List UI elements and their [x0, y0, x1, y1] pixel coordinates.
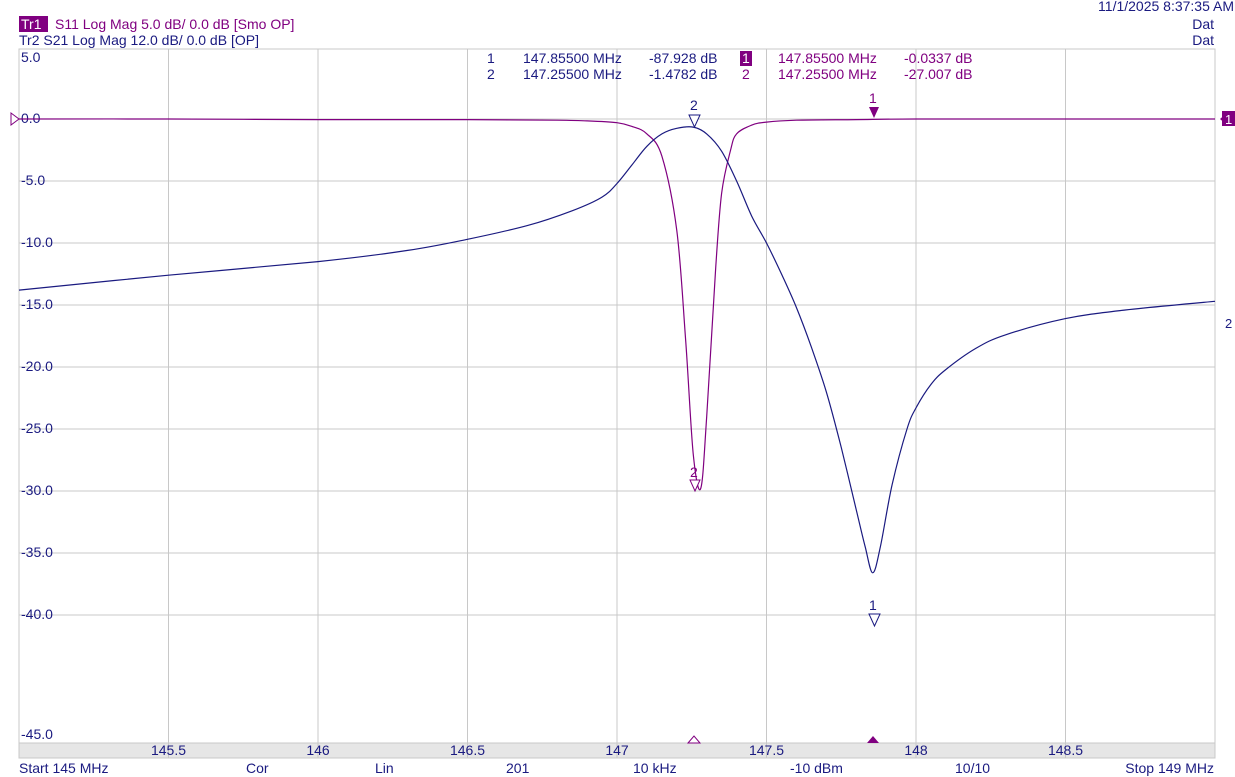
averaging-count[interactable]: 10/10 [955, 760, 990, 776]
start-frequency[interactable]: Start 145 MHz [19, 760, 108, 776]
if-bandwidth[interactable]: 10 kHz [633, 760, 677, 776]
correction-status[interactable]: Cor [246, 760, 269, 776]
tr2-marker-1-triangle[interactable] [868, 613, 881, 628]
tr1-header[interactable]: S11 Log Mag 5.0 dB/ 0.0 dB [Smo OP] [55, 16, 294, 32]
reference-arrow-left[interactable] [10, 112, 20, 126]
tr1-marker-2-label: 2 [690, 464, 698, 480]
sweep-type[interactable]: Lin [375, 760, 394, 776]
sweep-points[interactable]: 201 [506, 760, 530, 776]
tr1-marker-1-label: 1 [869, 90, 877, 106]
tr2-ref-label: 2 [1225, 316, 1232, 331]
vna-plot: Tr1 S11 Log Mag 5.0 dB/ 0.0 dB [Smo OP] … [10, 0, 1235, 776]
x-tick-label: 147.5 [749, 742, 784, 758]
marker-row-1-id: 1 [487, 50, 495, 66]
tr1-marker-1-triangle[interactable] [869, 107, 879, 118]
timestamp: 11/1/2025 8:37:35 AM [1098, 0, 1234, 14]
tr1-ref-label: 1 [1225, 112, 1232, 127]
y-tick-label: 0.0 [21, 110, 41, 126]
tr1-marker-row-2-freq: 147.25500 MHz [778, 66, 877, 82]
trace-markers: 1 2 2 1 [686, 90, 881, 744]
tr2-header[interactable]: Tr2 S21 Log Mag 12.0 dB/ 0.0 dB [OP] [19, 32, 259, 48]
marker-1-stimulus-indicator [867, 736, 879, 743]
y-tick-label: -15.0 [21, 296, 53, 312]
tr2-status: Dat [1192, 32, 1214, 48]
marker-row-1-value: -87.928 dB [649, 50, 718, 66]
marker-row-2-freq: 147.25500 MHz [523, 66, 622, 82]
stop-frequency[interactable]: Stop 149 MHz [1125, 760, 1214, 776]
tr1-marker-row-2-id: 2 [742, 66, 750, 82]
x-tick-label: 145.5 [151, 742, 186, 758]
tr2-marker-2-label: 2 [690, 97, 698, 113]
marker-table: 1 147.85500 MHz -87.928 dB 2 147.25500 M… [487, 50, 973, 82]
x-tick-label: 148.5 [1048, 742, 1083, 758]
tr1-marker-row-2-value: -27.007 dB [904, 66, 973, 82]
footer-bar: Start 145 MHz Cor Lin 201 10 kHz -10 dBm… [19, 760, 1214, 776]
y-tick-labels: 5.0 0.0 -5.0 -10.0 -15.0 -20.0 -25.0 -30.0 -35.0… [21, 49, 53, 742]
y-tick-label: 5.0 [21, 49, 41, 65]
tr1-marker-row-1-freq: 147.85500 MHz [778, 50, 877, 66]
y-tick-label: -35.0 [21, 544, 53, 560]
grid-lines [18, 48, 1216, 759]
y-tick-label: -40.0 [21, 606, 53, 622]
tr2-marker-2-triangle[interactable] [688, 114, 701, 129]
y-tick-label: -10.0 [21, 234, 53, 250]
y-tick-label: -25.0 [21, 420, 53, 436]
tr1-status: Dat [1192, 16, 1214, 32]
tr1-marker-row-1-value: -0.0337 dB [904, 50, 973, 66]
marker-2-stimulus-indicator [686, 735, 702, 744]
marker-row-1-freq: 147.85500 MHz [523, 50, 622, 66]
x-tick-label: 146 [306, 742, 330, 758]
x-tick-label: 148 [904, 742, 928, 758]
marker-row-2-value: -1.4782 dB [649, 66, 718, 82]
x-tick-label: 146.5 [450, 742, 485, 758]
y-tick-label: -5.0 [21, 172, 45, 188]
x-tick-label: 147 [605, 742, 629, 758]
tr2-marker-1-label: 1 [869, 597, 877, 613]
marker-row-2-id: 2 [487, 66, 495, 82]
y-tick-label: -20.0 [21, 358, 53, 374]
source-power[interactable]: -10 dBm [790, 760, 843, 776]
tr1-marker-row-1-id: 1 [742, 50, 750, 66]
y-tick-label: -30.0 [21, 482, 53, 498]
tr1-tag[interactable]: Tr1 [21, 16, 42, 32]
y-tick-label: -45.0 [21, 726, 53, 742]
